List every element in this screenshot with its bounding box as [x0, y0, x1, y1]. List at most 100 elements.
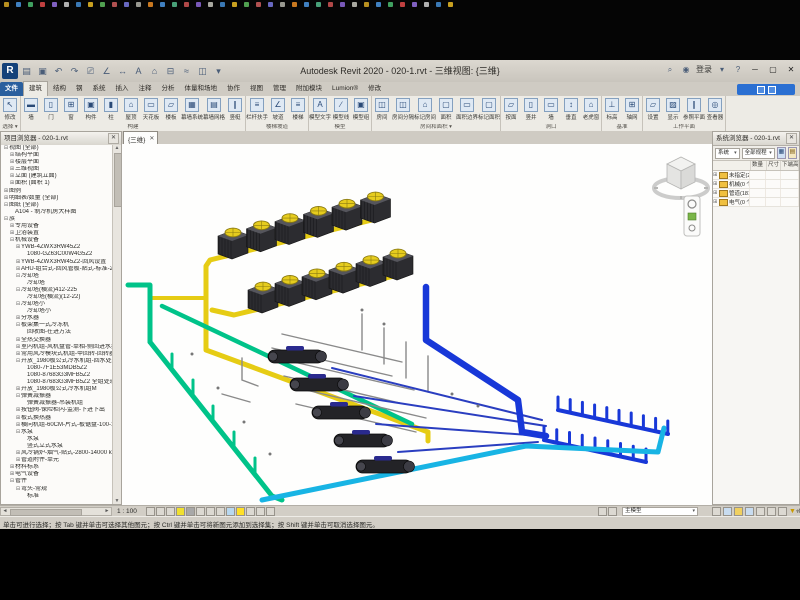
- tree-item[interactable]: ⊞按钮阀-保险柜内-监测-下进下出: [1, 407, 113, 414]
- row-expander-icon[interactable]: ⊞: [713, 172, 718, 178]
- tree-item[interactable]: ⊞楼层平面: [1, 159, 113, 166]
- dormer-button[interactable]: ⌂老虎窗: [581, 97, 601, 121]
- tree-item[interactable]: 回收图-在进方法: [1, 329, 113, 336]
- autofit-columns-icon[interactable]: ▦: [777, 147, 786, 159]
- equipment-unit[interactable]: [332, 199, 362, 230]
- system-browser-row[interactable]: ⊞电气(0 个系统): [713, 198, 799, 207]
- tree-item[interactable]: ⊞板式换热器: [1, 415, 113, 422]
- column-settings-icon[interactable]: ▤: [788, 147, 797, 159]
- tree-item[interactable]: ⊟图纸 (全部): [1, 202, 113, 209]
- viewer-button[interactable]: ◎查看器: [705, 97, 725, 121]
- tree-item[interactable]: ⊟弹簧减振器: [1, 393, 113, 400]
- taskbar-app-icon[interactable]: [40, 2, 45, 7]
- tree-item[interactable]: ⊟板架集一式冷冻机: [1, 322, 113, 329]
- user-icon[interactable]: ◉: [680, 64, 692, 76]
- shadows-icon[interactable]: [186, 507, 195, 516]
- taskbar-app-icon[interactable]: [400, 2, 405, 7]
- column-header[interactable]: 下端高程: [781, 161, 799, 170]
- sun-path-icon[interactable]: [176, 507, 185, 516]
- equipment-unit[interactable]: [334, 430, 393, 447]
- tree-item[interactable]: ⊞YWB-4ZWX3RW45Z2-回风设置: [1, 259, 113, 266]
- tree-item[interactable]: ⊞明细表/数量 (全部): [1, 195, 113, 202]
- opening-by-face-button[interactable]: ▱按面: [501, 97, 521, 121]
- panel-label[interactable]: 模型: [309, 124, 371, 131]
- tree-item[interactable]: ⊞横向机组-60CM-片式-板锯盘-100-175-CN: [1, 422, 113, 429]
- room-separator-button[interactable]: ◫房间分隔: [392, 97, 414, 121]
- column-header[interactable]: 尺寸: [767, 161, 781, 170]
- tree-item[interactable]: ⊟视图 (全部): [1, 145, 113, 152]
- close-icon[interactable]: ✕: [149, 135, 154, 142]
- equipment-unit[interactable]: [361, 192, 391, 223]
- tree-item[interactable]: ⊟冷却塔: [1, 273, 113, 280]
- taskbar-app-icon[interactable]: [328, 2, 333, 7]
- tree-item[interactable]: ⊞开放_1980板公式冷水机组M: [1, 386, 113, 393]
- tree-item[interactable]: ⊞室内机组-风机盘管-单相-侧回进水接口标准: [1, 344, 113, 351]
- equipment-unit[interactable]: [329, 262, 359, 293]
- tree-item[interactable]: ⊞卫浴装置: [1, 230, 113, 237]
- analytical-model-icon[interactable]: [256, 507, 265, 516]
- tree-item[interactable]: 弹簧减振器-吊装机组: [1, 400, 113, 407]
- tree-item[interactable]: ⊞图例: [1, 188, 113, 195]
- column-header[interactable]: [713, 161, 751, 170]
- tag-area-button[interactable]: ▢标记面积: [478, 97, 500, 121]
- taskbar-app-icon[interactable]: [292, 2, 297, 7]
- editable-only-icon[interactable]: [712, 507, 721, 516]
- ref-plane-button[interactable]: ∥参照平面: [683, 97, 705, 121]
- equipment-unit[interactable]: [356, 456, 415, 473]
- tree-item[interactable]: ⊞分水器: [1, 315, 113, 322]
- system-browser-header[interactable]: 系统浏览器 - 020-1.rvt ✕: [713, 132, 799, 146]
- vertical-opening-button[interactable]: ↕垂直: [561, 97, 581, 121]
- taskbar-app-icon[interactable]: [52, 2, 57, 7]
- wall-button[interactable]: ▬墙: [21, 97, 41, 121]
- tree-item[interactable]: ⊟水泵: [1, 429, 113, 436]
- system-browser-rows[interactable]: ⊞未指定(28 项)⊞机械(0 个系统)⊞管道(181 个系统)⊞电气(0 个系…: [713, 171, 799, 207]
- tab-分析[interactable]: 分析: [157, 82, 180, 96]
- column-button[interactable]: ▮柱: [101, 97, 121, 121]
- taskbar-app-icon[interactable]: [376, 2, 381, 7]
- equipment-unit[interactable]: [312, 402, 371, 419]
- taskbar-app-icon[interactable]: [64, 2, 69, 7]
- warnings-icon[interactable]: [734, 507, 743, 516]
- infocenter-panel[interactable]: [737, 84, 795, 95]
- tag-room-button[interactable]: ⌂标记房间: [414, 97, 436, 121]
- area-boundary-button[interactable]: ▭面积边界: [456, 97, 478, 121]
- panel-label[interactable]: 基准: [602, 124, 642, 131]
- tree-item[interactable]: ⊞材料标系: [1, 464, 113, 471]
- grid-button[interactable]: ⊞轴网: [622, 97, 642, 121]
- tree-item[interactable]: ⊞三维视图: [1, 166, 113, 173]
- taskbar-app-icon[interactable]: [208, 2, 213, 7]
- taskbar-app-icon[interactable]: [340, 2, 345, 7]
- model-group-button[interactable]: ▣模型组: [351, 97, 371, 121]
- filter-funnel-icon[interactable]: ▼: [789, 507, 796, 516]
- area-button[interactable]: ▢面积: [436, 97, 456, 121]
- select-by-face-icon[interactable]: [767, 507, 776, 516]
- component-button[interactable]: ▣构件: [81, 97, 101, 121]
- system-browser-columns[interactable]: 数量尺寸下端高程: [713, 161, 799, 171]
- floor-button[interactable]: ▱楼板: [161, 97, 181, 121]
- taskbar-app-icon[interactable]: [160, 2, 165, 7]
- tab-结构[interactable]: 结构: [48, 82, 71, 96]
- taskbar-app-icon[interactable]: [16, 2, 21, 7]
- tab-管理[interactable]: 管理: [268, 82, 291, 96]
- tree-item[interactable]: ⊞全热交换器: [1, 337, 113, 344]
- door-button[interactable]: ▯门: [41, 97, 61, 121]
- tree-item[interactable]: ⊞面积 (面积 1): [1, 180, 113, 187]
- temporary-view-properties-icon[interactable]: [246, 507, 255, 516]
- scrollbar-thumb[interactable]: [114, 153, 122, 207]
- panel-label[interactable]: 工作平面: [643, 124, 725, 131]
- tree-item[interactable]: ⊞结构平面: [1, 152, 113, 159]
- row-expander-icon[interactable]: ⊞: [713, 181, 718, 187]
- project-browser-header[interactable]: 项目浏览器 - 020-1.rvt ✕: [1, 132, 121, 146]
- taskbar-app-icon[interactable]: [124, 2, 129, 7]
- tree-item[interactable]: ⊞管道附件-单元: [1, 457, 113, 464]
- restore-button[interactable]: ▢: [766, 63, 780, 76]
- panel-label[interactable]: 构建: [21, 124, 245, 131]
- taskbar-app-icon[interactable]: [352, 2, 357, 7]
- taskbar-app-icon[interactable]: [232, 2, 237, 7]
- tree-item[interactable]: 竖式立式水泵: [1, 443, 113, 450]
- equipment-unit[interactable]: [248, 282, 278, 313]
- crop-region-icon[interactable]: [206, 507, 215, 516]
- taskbar-app-icon[interactable]: [28, 2, 33, 7]
- tree-item[interactable]: ⊞常用风冷模块式机组-甲回转-回转器-追回板: [1, 351, 113, 358]
- displacement-sets-icon[interactable]: [266, 507, 275, 516]
